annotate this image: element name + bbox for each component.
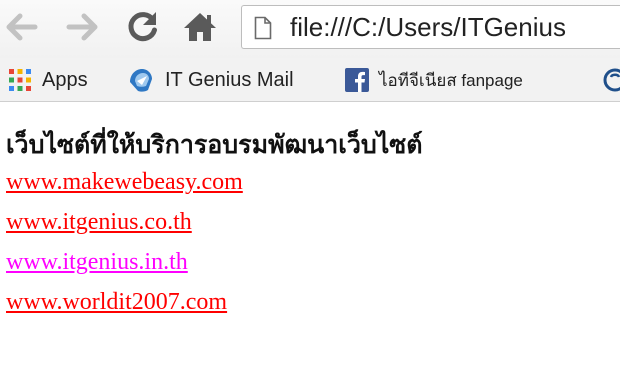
link-worldit2007[interactable]: www.worldit2007.com <box>6 289 227 315</box>
address-bar[interactable]: file:///C:/Users/ITGenius <box>241 5 620 49</box>
address-bar-url: file:///C:/Users/ITGenius <box>290 12 566 42</box>
browser-toolbar: file:///C:/Users/ITGenius <box>0 0 620 58</box>
list-item: www.itgenius.co.th <box>6 208 614 248</box>
list-item: www.worldit2007.com <box>6 288 614 328</box>
bookmark-label: ไอทีจีเนียส fanpage <box>379 70 523 90</box>
forward-button[interactable] <box>64 8 102 46</box>
apps-grid-icon <box>8 68 32 92</box>
bookmark-apps[interactable]: Apps <box>8 58 88 101</box>
home-icon <box>184 13 216 41</box>
page-heading: เว็บไซต์ที่ให้บริการอบรมพัฒนาเว็บไซต์ <box>6 130 423 159</box>
facebook-icon <box>345 68 369 92</box>
bookmarks-bar: Apps IT Genius Mail ไอทีจีเนียส fanpage <box>0 58 620 102</box>
bookmark-it-genius-mail[interactable]: IT Genius Mail <box>127 58 294 101</box>
reload-button[interactable] <box>124 8 162 46</box>
bookmark-label: IT Genius Mail <box>165 68 294 91</box>
link-makewebeasy[interactable]: www.makewebeasy.com <box>6 169 243 195</box>
link-itgenius-in-th[interactable]: www.itgenius.in.th <box>6 249 188 275</box>
bookmark-label: Apps <box>42 68 88 91</box>
page-icon <box>254 16 272 45</box>
arrow-left-icon <box>6 13 38 41</box>
link-list: www.makewebeasy.com www.itgenius.co.th w… <box>6 168 614 328</box>
bookmark-partial[interactable] <box>603 58 620 101</box>
home-button[interactable] <box>181 8 219 46</box>
bookmark-facebook-fanpage[interactable]: ไอทีจีเนียส fanpage <box>345 58 523 101</box>
list-item: www.itgenius.in.th <box>6 248 614 288</box>
mail-icon <box>127 66 155 94</box>
bookmark-icon <box>603 68 620 92</box>
arrow-right-icon <box>66 13 98 41</box>
link-itgenius-co-th[interactable]: www.itgenius.co.th <box>6 209 192 235</box>
list-item: www.makewebeasy.com <box>6 168 614 208</box>
reload-icon <box>128 12 157 42</box>
page-content: เว็บไซต์ที่ให้บริการอบรมพัฒนาเว็บไซต์ ww… <box>6 128 614 328</box>
back-button[interactable] <box>2 8 40 46</box>
